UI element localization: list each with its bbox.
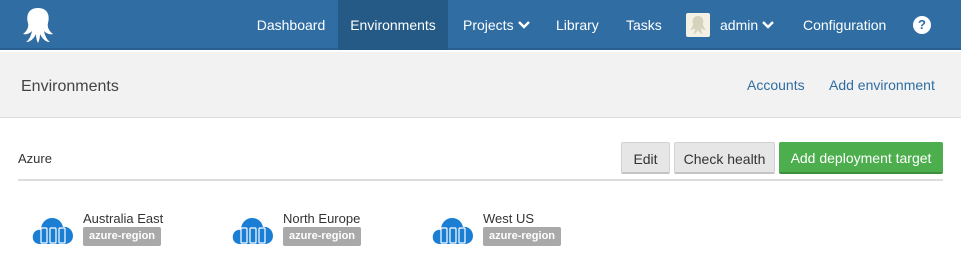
check-health-button[interactable]: Check health [674,142,775,174]
nav-configuration-label: Configuration [803,17,887,33]
nav-user-menu[interactable]: admin [720,0,774,50]
nav-dashboard-label: Dashboard [256,17,326,33]
nav-library[interactable]: Library [556,0,599,50]
machine-tag: azure-region [483,227,562,246]
nav-environments[interactable]: Environments [338,0,448,50]
nav-library-label: Library [556,17,599,33]
azure-cloud-icon [32,218,73,244]
azure-cloud-icon [232,218,273,244]
nav-dashboard[interactable]: Dashboard [244,0,338,50]
nav-tasks-label: Tasks [626,17,662,33]
nav-configuration[interactable]: Configuration [803,0,886,50]
top-nav: Dashboard Environments Projects Library … [0,0,961,50]
add-environment-link[interactable]: Add environment [829,77,935,93]
machine-tag: azure-region [83,227,162,246]
user-avatar-icon[interactable] [686,13,710,37]
machine-name: North Europe [283,211,361,226]
nav-projects[interactable]: Projects [463,0,530,50]
nav-tasks[interactable]: Tasks [626,0,662,50]
help-icon[interactable]: ? [913,16,931,34]
environment-name: Azure [18,151,52,166]
nav-projects-label: Projects [463,17,514,33]
chevron-down-icon [762,21,774,29]
azure-cloud-icon [432,218,473,244]
machine-tag: azure-region [283,227,362,246]
page-title: Environments [21,78,119,95]
machine-name: West US [483,211,535,226]
nav-environments-label: Environments [350,17,436,33]
page-header: Environments Accounts Add environment [0,52,961,118]
add-deployment-target-button[interactable]: Add deployment target [779,142,943,174]
octopus-logo-icon[interactable] [20,6,56,44]
chevron-down-icon [517,21,530,29]
accounts-link[interactable]: Accounts [747,77,805,93]
section-divider [18,179,943,181]
nav-user-label: admin [720,17,759,33]
edit-button[interactable]: Edit [621,142,670,174]
help-glyph: ? [918,17,926,32]
machine-name: Australia East [83,211,164,226]
